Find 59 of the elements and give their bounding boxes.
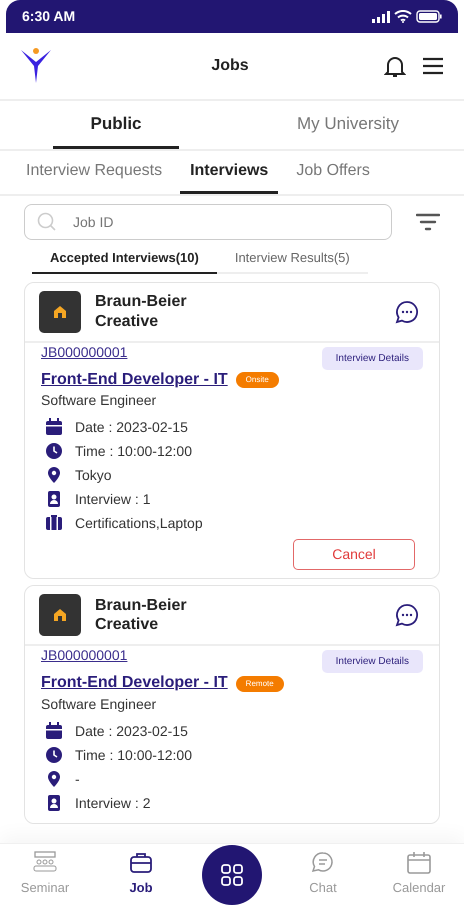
id-card-icon [48, 491, 60, 508]
briefcase-icon [130, 853, 152, 874]
nav-item[interactable]: Job [106, 850, 176, 899]
clock-icon [46, 747, 62, 764]
calendar-icon [407, 851, 431, 874]
chat-icon[interactable] [395, 300, 419, 324]
location-pin-icon [48, 771, 60, 788]
job-role: Software Engineer [41, 391, 158, 410]
page-title: Jobs [211, 56, 249, 76]
interview-details-button[interactable]: Interview Details [322, 650, 423, 674]
work-mode-badge: Onsite [236, 372, 279, 388]
detail-text: Interview : 1 [75, 490, 150, 509]
search-field[interactable]: Job ID [24, 204, 392, 240]
chat-icon [312, 852, 333, 872]
company-name: Braun-Beier Creative [95, 596, 188, 634]
detail-text: Tokyo [75, 466, 112, 485]
calendar-icon [46, 418, 62, 436]
detail-text: - [75, 770, 80, 789]
status-time: 6:30 AM [22, 7, 76, 26]
tab[interactable]: Public [53, 101, 179, 149]
calendar-icon [46, 722, 62, 740]
detail-text: Date : 2023-02-15 [75, 418, 188, 437]
job-title-link[interactable]: Front-End Developer - IT [41, 673, 228, 694]
location-pin-icon [48, 467, 60, 484]
job-id-link[interactable]: JB000000001 [41, 342, 128, 361]
job-title-link[interactable]: Front-End Developer - IT [41, 370, 228, 390]
tab[interactable]: Interviews [180, 151, 278, 194]
wifi-icon [394, 10, 412, 23]
signal-icon [372, 10, 390, 22]
id-card-icon [48, 795, 60, 812]
search-icon [37, 212, 57, 232]
battery-icon [416, 10, 442, 23]
clock-icon [46, 443, 62, 460]
menu-icon [422, 57, 444, 75]
detail-text: Interview : 2 [75, 794, 150, 813]
detail-text: Certifications,Laptop [75, 514, 203, 533]
suitcase-icon [46, 515, 62, 530]
filter-icon [416, 213, 440, 231]
job-role: Software Engineer [41, 695, 158, 714]
presentation-group-icon [34, 852, 56, 872]
tab[interactable]: Job Offers [286, 151, 380, 194]
job-id-link[interactable]: JB000000001 [41, 646, 128, 664]
detail-text: Date : 2023-02-15 [75, 722, 188, 741]
grid-icon [221, 864, 243, 886]
tab[interactable]: Accepted Interviews(10) [32, 244, 217, 274]
work-mode-badge: Remote [236, 676, 284, 692]
cancel-button[interactable]: Cancel [293, 539, 415, 570]
chat-icon[interactable] [395, 603, 419, 628]
detail-text: Time : 10:00-12:00 [75, 442, 192, 461]
house-icon [53, 608, 67, 622]
tab[interactable]: Interview Results(5) [216, 244, 368, 274]
company-name: Braun-Beier Creative [95, 292, 188, 331]
tab[interactable]: My University [285, 101, 411, 149]
tab[interactable]: Interview Requests [16, 151, 172, 194]
bell-icon [384, 54, 406, 78]
logo-icon [20, 48, 52, 84]
house-icon [53, 304, 67, 318]
interview-details-button[interactable]: Interview Details [322, 346, 423, 370]
detail-text: Time : 10:00-12:00 [75, 746, 192, 765]
